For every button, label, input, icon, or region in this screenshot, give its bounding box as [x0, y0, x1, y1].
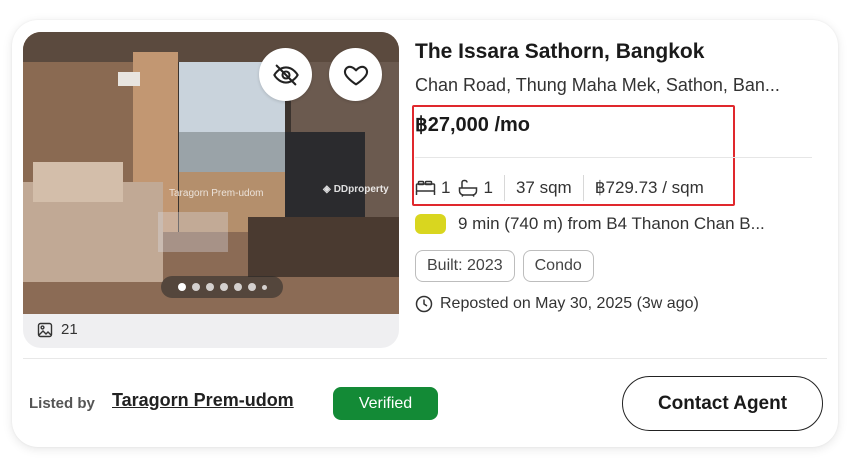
- bathrooms-spec: 1: [458, 178, 493, 198]
- carousel-dot[interactable]: [205, 283, 214, 291]
- reposted-text: Reposted on May 30, 2025 (3w ago): [440, 295, 699, 312]
- contact-agent-button[interactable]: Contact Agent: [622, 376, 823, 431]
- carousel-dot[interactable]: [191, 283, 200, 291]
- bedrooms-spec: 1: [415, 178, 450, 198]
- listing-title[interactable]: The Issara Sathorn, Bangkok: [415, 40, 704, 64]
- carousel-dot[interactable]: [177, 283, 186, 291]
- clock-icon: [415, 295, 433, 313]
- reposted-info: Reposted on May 30, 2025 (3w ago): [415, 295, 699, 313]
- verified-badge: Verified: [333, 387, 438, 420]
- photo-watermark-agent: Taragorn Prem-udom: [169, 188, 264, 199]
- bathrooms-value: 1: [483, 178, 493, 197]
- carousel-dot[interactable]: [233, 283, 242, 291]
- listing-tags: Built: 2023 Condo: [415, 250, 594, 282]
- photo-count-value: 21: [61, 321, 78, 338]
- transit-text: 9 min (740 m) from B4 Thanon Chan B...: [458, 214, 765, 233]
- listing-card[interactable]: Taragorn Prem-udom ◈ DDproperty 21 The I…: [12, 20, 838, 447]
- bedrooms-value: 1: [441, 178, 451, 197]
- spec-separator: [582, 175, 584, 201]
- carousel-indicator[interactable]: [161, 276, 283, 298]
- price-per-sqm: ฿729.73 / sqm: [594, 178, 704, 197]
- ddproperty-logo-icon: ◈: [323, 184, 331, 195]
- photo-icon: [37, 322, 53, 337]
- photo-watermark-brand: ◈ DDproperty: [323, 184, 389, 195]
- listing-address: Chan Road, Thung Maha Mek, Sathon, Ban..…: [415, 75, 780, 95]
- listing-media[interactable]: Taragorn Prem-udom ◈ DDproperty 21: [23, 32, 399, 348]
- price-divider: [415, 157, 812, 158]
- bed-icon: [415, 180, 436, 195]
- tag-built-year: Built: 2023: [415, 250, 515, 282]
- agent-name-link[interactable]: Taragorn Prem-udom: [112, 390, 294, 411]
- favorite-button[interactable]: [329, 48, 382, 101]
- tag-property-type: Condo: [522, 250, 594, 282]
- photo-count: 21: [37, 321, 78, 338]
- spec-separator: [503, 175, 505, 201]
- transit-info: 9 min (740 m) from B4 Thanon Chan B...: [415, 214, 765, 234]
- carousel-dot[interactable]: [247, 283, 256, 291]
- hide-eye-icon: [272, 64, 299, 85]
- bathtub-icon: [459, 179, 478, 197]
- listed-by-label: Listed by: [29, 395, 95, 412]
- listing-specs: 1 1 37 sqm ฿729.73 / sqm: [415, 175, 704, 201]
- area-spec: 37 sqm: [515, 178, 572, 197]
- carousel-dot[interactable]: [261, 284, 267, 290]
- heart-icon: [343, 65, 368, 85]
- photo-watermark-brand-text: DDproperty: [333, 184, 389, 195]
- hide-listing-button[interactable]: [259, 48, 312, 101]
- transit-line-badge: [415, 214, 446, 234]
- footer-divider: [23, 358, 827, 359]
- carousel-dot[interactable]: [219, 283, 228, 291]
